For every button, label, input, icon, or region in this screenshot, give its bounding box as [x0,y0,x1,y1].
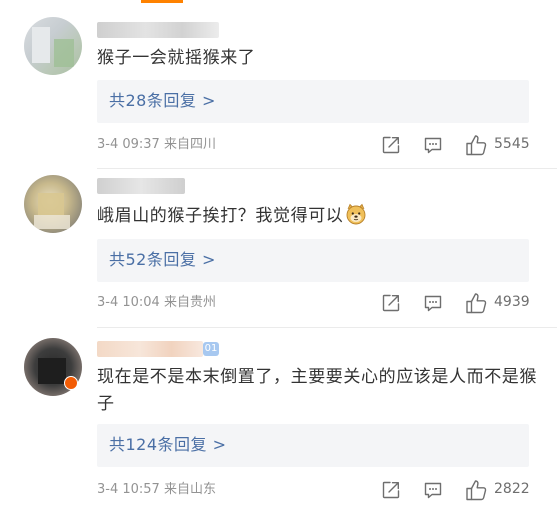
username-blurred[interactable] [97,341,203,357]
reply-summary-box[interactable]: 共52条回复 > [97,239,529,282]
thumbs-up-icon [465,292,489,318]
comment-item: 01 现在是不是本末倒置了，主要要关心的应该是人而不是猴子 共124条回复 > … [0,328,557,518]
view-replies-link[interactable]: 共28条回复 > [109,91,216,111]
like-count: 4939 [494,294,530,310]
comment-list-page: 猴子一会就摇猴来了 共28条回复 > 3-4 09:37 来自四川 5545 峨… [0,0,557,518]
share-icon[interactable] [381,480,401,500]
thumbs-up-icon [465,134,489,160]
like-count: 5545 [494,136,530,152]
comment-text: 现在是不是本末倒置了，主要要关心的应该是人而不是猴子 [97,367,537,414]
view-replies-link[interactable]: 共124条回复 > [109,435,227,455]
like-count: 2822 [494,481,530,497]
avatar-blur-block [38,193,64,215]
avatar[interactable] [24,175,82,233]
avatar-blur-block [32,27,50,63]
comment-item: 峨眉山的猴子挨打？我觉得可以 共52条回复 > 3-4 10:04 来自贵州 4… [0,170,557,328]
avatar-blur-block [34,215,70,229]
username-blurred[interactable] [97,22,219,38]
comment-text-content: 峨眉山的猴子挨打？我觉得可以 [97,206,344,226]
avatar[interactable] [24,17,82,75]
comment-time-location: 3-4 10:57 来自山东 [97,482,216,497]
comment-text: 猴子一会就摇猴来了 [97,48,256,68]
divider [97,168,557,169]
username-blurred[interactable] [97,178,185,194]
comment-icon[interactable] [423,135,443,155]
verified-badge-icon [64,376,78,390]
doge-emoji-icon [345,203,367,234]
comment-icon[interactable] [423,480,443,500]
avatar-blur-block [38,358,66,384]
avatar-blur-block [54,39,74,67]
comment-time-location: 3-4 09:37 来自四川 [97,137,216,152]
member-badge: 01 [203,342,219,356]
comment-icon[interactable] [423,293,443,313]
share-icon[interactable] [381,293,401,313]
reply-summary-box[interactable]: 共124条回复 > [97,424,529,467]
share-icon[interactable] [381,135,401,155]
reply-summary-box[interactable]: 共28条回复 > [97,80,529,123]
thumbs-up-icon [465,479,489,505]
comment-item: 猴子一会就摇猴来了 共28条回复 > 3-4 09:37 来自四川 5545 [0,0,557,170]
comment-time-location: 3-4 10:04 来自贵州 [97,295,216,310]
view-replies-link[interactable]: 共52条回复 > [109,250,216,270]
comment-text: 峨眉山的猴子挨打？我觉得可以 [97,203,537,234]
